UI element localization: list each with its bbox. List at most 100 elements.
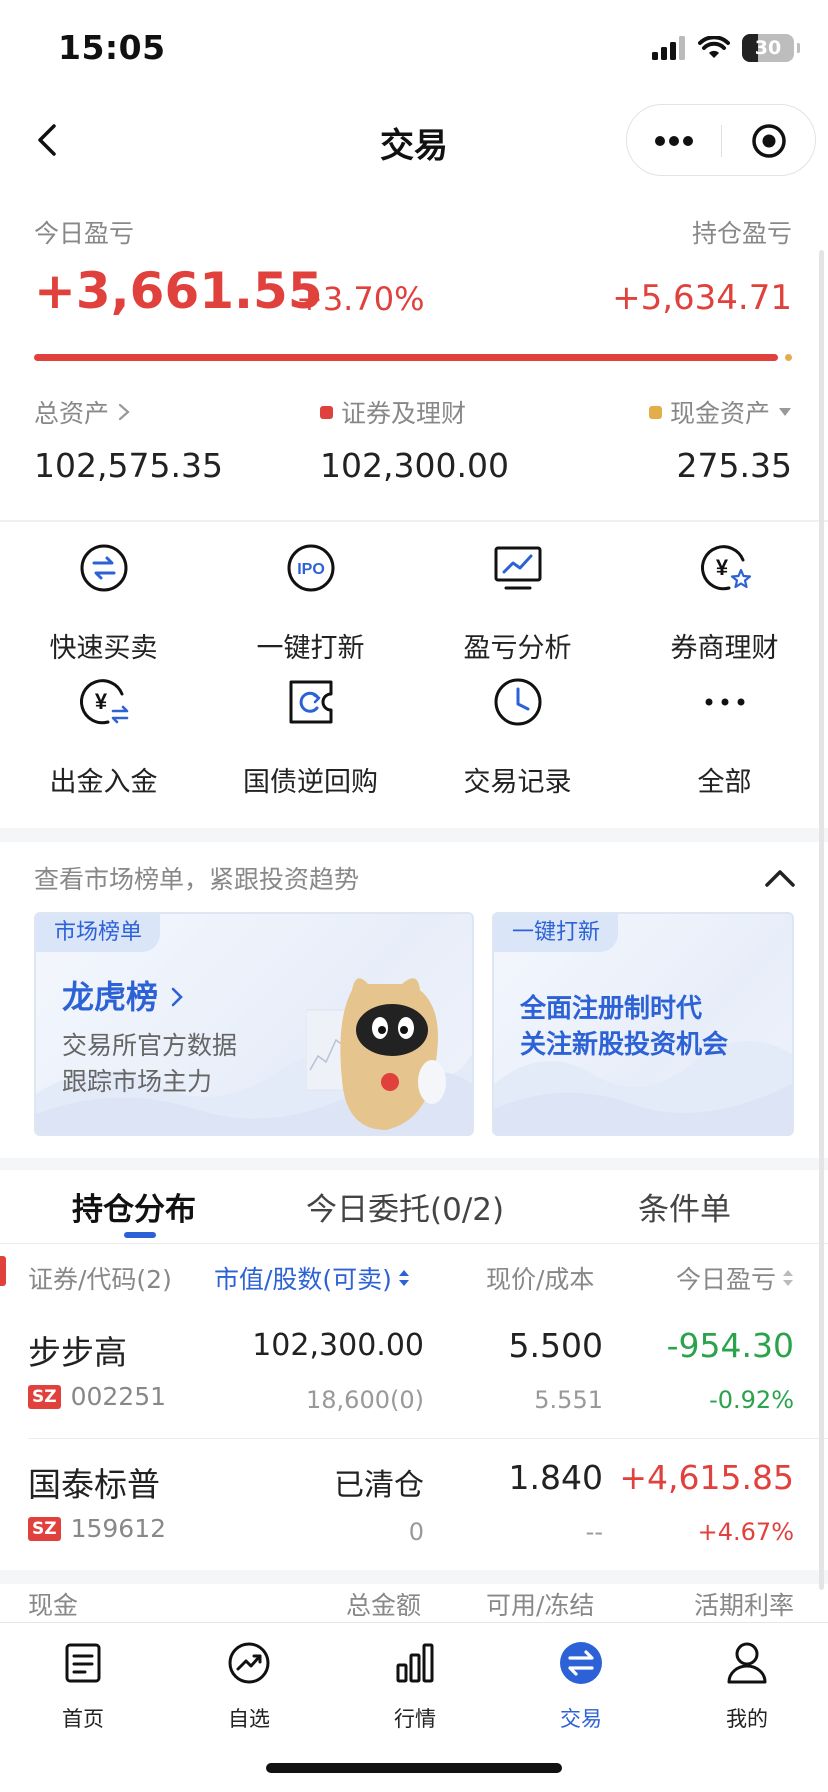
function-grid: 快速买卖 IPO 一键打新 盈亏分析 ¥ 券商理财 ¥ 出金入金 国债逆回购 交… xyxy=(0,534,828,830)
dragon-tiger-card[interactable]: 市场榜单 龙虎榜 交易所官方数据 跟踪市场主力 xyxy=(34,912,474,1136)
section-divider xyxy=(0,520,828,522)
home-indicator[interactable] xyxy=(266,1763,562,1773)
func-label: 交易记录 xyxy=(463,767,572,798)
scrollbar[interactable] xyxy=(819,250,824,1590)
chevron-right-icon xyxy=(171,987,183,1007)
func-all[interactable]: 全部 xyxy=(621,668,828,802)
status-time: 15:05 xyxy=(58,28,166,67)
cash-header-rate: 活期利率 xyxy=(693,1591,794,1620)
table-row[interactable]: 国泰标普 SZ 159612 已清仓 0 1.840 -- +4,615.85 … xyxy=(0,1438,828,1568)
func-broker-wealth[interactable]: ¥ 券商理财 xyxy=(621,534,828,668)
header-pnl-label: 今日盈亏 xyxy=(675,1265,776,1294)
section-gap xyxy=(0,828,828,842)
asset-ratio-bar xyxy=(34,354,778,361)
card-line: 关注新股投资机会 xyxy=(520,1030,729,1060)
hold-pnl-label: 持仓盈亏 xyxy=(691,219,792,248)
today-pnl-pct: -0.92% xyxy=(709,1386,794,1414)
swap-arrows-icon xyxy=(80,544,128,592)
func-trade-records[interactable]: 交易记录 xyxy=(414,668,621,802)
section-gap xyxy=(0,1158,828,1170)
position-tabs: 持仓分布 今日委托(0/2) 条件单 xyxy=(0,1170,828,1244)
func-pnl-analysis[interactable]: 盈亏分析 xyxy=(414,534,621,668)
trend-circle-icon xyxy=(228,1642,270,1684)
status-icons: 30 xyxy=(652,34,800,62)
chart-monitor-icon xyxy=(494,546,542,590)
hold-pnl-value: +5,634.71 xyxy=(612,278,792,318)
today-pnl-label: 今日盈亏 xyxy=(34,219,135,248)
tab-condition-orders[interactable]: 条件单 xyxy=(638,1184,731,1229)
security-name: 步步高 xyxy=(28,1333,127,1372)
cost-price: 5.551 xyxy=(534,1386,603,1414)
battery-level: 30 xyxy=(754,37,782,59)
header-pnl-sort[interactable]: 今日盈亏 xyxy=(676,1260,794,1296)
func-label: 盈亏分析 xyxy=(463,633,572,664)
home-doc-icon xyxy=(65,1643,101,1683)
header-value-label: 市值/股数(可卖) xyxy=(214,1265,392,1294)
tabbar-label: 交易 xyxy=(560,1707,602,1731)
securities-value: 102,300.00 xyxy=(320,446,509,485)
market-value: 已清仓 xyxy=(334,1468,424,1503)
securities-assets: 证券及理财 102,300.00 xyxy=(320,394,509,485)
target-icon xyxy=(752,124,786,158)
account-summary: 今日盈亏 持仓盈亏 +3,661.55 +3.70% +5,634.71 总资产… xyxy=(0,182,828,520)
exchange-circle-icon xyxy=(560,1642,602,1684)
chevron-up-icon[interactable] xyxy=(762,860,798,896)
func-quick-trade[interactable]: 快速买卖 xyxy=(0,534,207,668)
card-subtitle: 跟踪市场主力 xyxy=(62,1067,213,1096)
total-assets-label: 总资产 xyxy=(34,399,110,428)
tabbar-profile[interactable]: 我的 xyxy=(664,1635,828,1735)
signal-icon xyxy=(652,36,685,60)
bond-ticket-icon xyxy=(289,680,333,724)
card-title-text: 龙虎榜 xyxy=(62,978,159,1016)
market-badge: SZ xyxy=(28,1516,61,1541)
more-dots-icon xyxy=(705,698,745,706)
func-label: 出金入金 xyxy=(49,767,158,798)
svg-text:IPO: IPO xyxy=(297,561,325,578)
table-row[interactable]: 步步高 SZ 002251 102,300.00 18,600(0) 5.500… xyxy=(0,1306,828,1436)
header-value-sort[interactable]: 市值/股数(可卖) xyxy=(214,1260,410,1296)
market-hint: 查看市场榜单，紧跟投资趋势 xyxy=(34,865,360,894)
func-label: 国债逆回购 xyxy=(243,767,378,798)
wifi-icon xyxy=(698,36,730,58)
cash-assets[interactable]: 现金资产 275.35 xyxy=(648,394,792,485)
card-tag: 市场榜单 xyxy=(36,914,161,952)
header-security: 证券/代码(2) xyxy=(28,1265,172,1294)
tabbar-home[interactable]: 首页 xyxy=(0,1635,166,1735)
today-pnl: -954.30 xyxy=(666,1326,794,1365)
func-label: 快速买卖 xyxy=(49,633,158,664)
total-assets-value: 102,575.35 xyxy=(34,446,223,485)
more-dots-icon xyxy=(655,136,693,146)
tab-positions[interactable]: 持仓分布 xyxy=(72,1184,196,1229)
func-deposit-withdraw[interactable]: ¥ 出金入金 xyxy=(0,668,207,802)
cash-value: 275.35 xyxy=(676,446,792,485)
func-ipo[interactable]: IPO 一键打新 xyxy=(207,534,414,668)
tabbar-trade[interactable]: 交易 xyxy=(498,1635,664,1735)
more-button[interactable] xyxy=(627,105,721,177)
chevron-right-icon xyxy=(118,403,130,421)
func-reverse-repo[interactable]: 国债逆回购 xyxy=(207,668,414,802)
svg-text:¥: ¥ xyxy=(95,689,108,714)
close-mini-program-button[interactable] xyxy=(722,105,816,177)
tabbar-watchlist[interactable]: 自选 xyxy=(166,1635,332,1735)
mini-program-capsule xyxy=(626,104,816,176)
tabbar-market[interactable]: 行情 xyxy=(332,1635,498,1735)
today-pnl-value: +3,661.55 xyxy=(34,262,323,320)
battery-tip xyxy=(797,43,800,53)
mascot-icon xyxy=(306,978,446,1130)
ipo-card[interactable]: 一键打新 全面注册制时代 关注新股投资机会 xyxy=(492,912,794,1136)
tabbar-label: 自选 xyxy=(228,1707,270,1731)
tab-today-orders[interactable]: 今日委托(0/2) xyxy=(306,1184,504,1229)
total-assets[interactable]: 总资产 102,575.35 xyxy=(34,394,223,485)
section-gap xyxy=(0,1570,828,1584)
cash-label: 现金资产 xyxy=(669,399,770,428)
active-tab-indicator xyxy=(124,1232,156,1238)
status-bar: 15:05 30 xyxy=(0,0,828,100)
current-price: 1.840 xyxy=(508,1458,603,1497)
func-label: 全部 xyxy=(697,767,752,798)
cash-legend-square xyxy=(648,405,662,419)
security-code: 002251 xyxy=(70,1382,167,1411)
user-icon xyxy=(727,1642,767,1684)
ipo-icon: IPO xyxy=(287,544,335,592)
current-price: 5.500 xyxy=(508,1326,603,1365)
battery-icon: 30 xyxy=(742,34,800,62)
